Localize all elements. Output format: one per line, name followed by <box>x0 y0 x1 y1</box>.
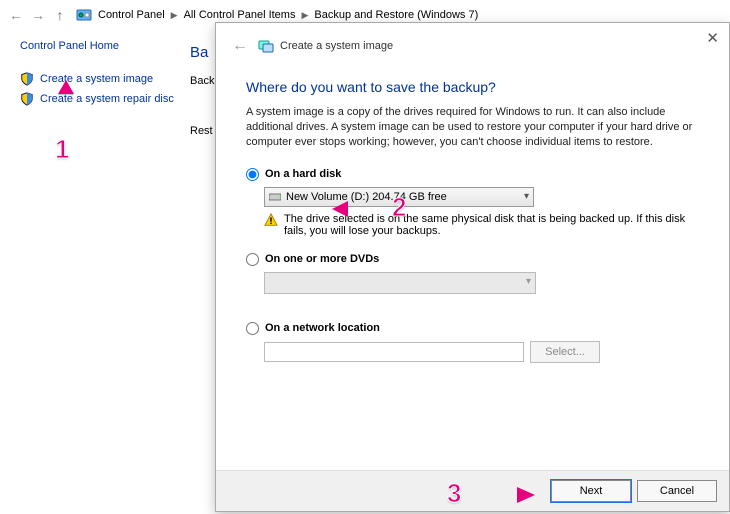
create-repair-disc-link[interactable]: Create a system repair disc <box>20 92 200 106</box>
left-panel: Control Panel Home Create a system image… <box>20 40 200 112</box>
crumb-control-panel[interactable]: Control Panel <box>96 9 167 21</box>
create-system-image-link[interactable]: Create a system image <box>20 72 200 86</box>
option-network-radio[interactable] <box>246 322 259 335</box>
option-dvd[interactable]: On one or more DVDs <box>246 253 699 266</box>
hdd-icon <box>269 192 281 202</box>
same-disk-warning-text: The drive selected is on the same physic… <box>284 213 699 237</box>
chevron-down-icon: ▾ <box>526 276 531 287</box>
close-button[interactable]: ✕ <box>706 29 719 47</box>
option-dvd-label: On one or more DVDs <box>265 253 379 265</box>
cancel-button[interactable]: Cancel <box>637 480 717 502</box>
next-button[interactable]: Next <box>551 480 631 502</box>
dialog-back-button[interactable]: ← <box>232 37 248 55</box>
nav-back-button[interactable]: ← <box>6 5 26 25</box>
option-network-label: On a network location <box>265 322 380 334</box>
nav-up-button[interactable]: ↑ <box>50 5 70 25</box>
hard-disk-dropdown-value: New Volume (D:) 204.74 GB free <box>286 191 447 203</box>
dvd-dropdown[interactable]: ▾ <box>264 272 536 294</box>
dialog-footer: Next Cancel <box>216 470 729 511</box>
option-network-group: On a network location Select... <box>246 322 699 363</box>
option-hard-disk-group: On a hard disk New Volume (D:) 204.74 GB… <box>246 168 699 237</box>
network-path-input[interactable] <box>264 342 524 362</box>
hard-disk-dropdown[interactable]: New Volume (D:) 204.74 GB free ▾ <box>264 187 534 207</box>
chevron-right-icon: ▶ <box>297 10 312 21</box>
option-network[interactable]: On a network location <box>246 322 699 335</box>
shield-icon <box>20 92 34 106</box>
dialog-question: Where do you want to save the backup? <box>246 79 699 95</box>
create-system-image-label: Create a system image <box>40 73 153 85</box>
nav-forward-button[interactable]: → <box>28 5 48 25</box>
chevron-down-icon: ▾ <box>524 191 529 202</box>
system-image-icon <box>258 38 274 54</box>
control-panel-home-link[interactable]: Control Panel Home <box>20 40 200 52</box>
chevron-right-icon: ▶ <box>167 10 182 21</box>
network-select-button[interactable]: Select... <box>530 341 600 363</box>
dialog-description: A system image is a copy of the drives r… <box>246 105 699 150</box>
annotation-number-1: 1 <box>55 134 69 165</box>
control-panel-icon <box>76 7 92 23</box>
option-dvd-radio[interactable] <box>246 253 259 266</box>
create-repair-disc-label: Create a system repair disc <box>40 93 174 105</box>
crumb-backup-restore[interactable]: Backup and Restore (Windows 7) <box>312 9 480 21</box>
dialog-header: ← Create a system image <box>216 23 729 61</box>
crumb-all-items[interactable]: All Control Panel Items <box>182 9 298 21</box>
option-hard-disk-label: On a hard disk <box>265 168 341 180</box>
warning-icon <box>264 213 278 227</box>
option-hard-disk-radio[interactable] <box>246 168 259 181</box>
shield-icon <box>20 72 34 86</box>
system-image-dialog: ✕ ← Create a system image Where do you w… <box>215 22 730 512</box>
same-disk-warning: The drive selected is on the same physic… <box>264 213 699 237</box>
dialog-title: Create a system image <box>280 40 393 52</box>
option-hard-disk[interactable]: On a hard disk <box>246 168 699 181</box>
option-dvd-group: On one or more DVDs ▾ <box>246 253 699 294</box>
